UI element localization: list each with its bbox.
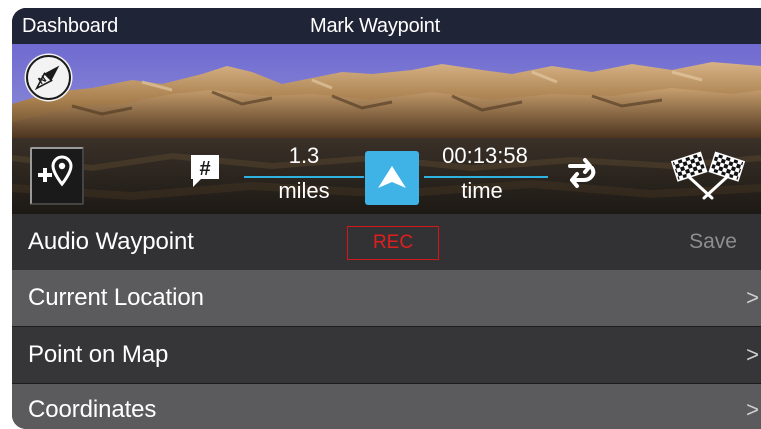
option-label: Coordinates <box>28 396 157 423</box>
option-current-location[interactable]: Current Location > <box>12 270 761 327</box>
top-bar: Dashboard Mark Waypoint <box>12 8 761 44</box>
page-title: Mark Waypoint <box>310 15 441 37</box>
audio-waypoint-label: Audio Waypoint <box>28 228 194 255</box>
finish-route-button[interactable] <box>666 148 750 202</box>
time-unit: time <box>461 178 503 203</box>
dashboard-button[interactable]: Dashboard <box>22 15 118 38</box>
navigate-button[interactable] <box>365 151 419 205</box>
distance-unit: miles <box>278 178 330 203</box>
chevron-right-icon: > <box>746 397 759 422</box>
navigate-arrow-icon <box>378 166 406 188</box>
compass-icon[interactable]: N <box>26 55 71 100</box>
option-label: Point on Map <box>28 341 169 368</box>
audio-waypoint-row: Audio Waypoint REC Save <box>12 214 761 270</box>
reverse-route-button[interactable] <box>564 154 600 192</box>
option-label: Current Location <box>28 284 204 311</box>
distance-value: 1.3 <box>288 143 320 168</box>
add-waypoint-icon <box>38 155 73 187</box>
option-point-on-map[interactable]: Point on Map > <box>12 327 761 384</box>
navigation-strip: # 1.3 miles 00:13:58 time <box>12 138 761 214</box>
save-button[interactable]: Save <box>689 230 737 254</box>
record-button[interactable]: REC <box>347 226 439 260</box>
chevron-right-icon: > <box>746 285 759 310</box>
chevron-right-icon: > <box>746 342 759 367</box>
time-value: 00:13:58 <box>442 143 528 168</box>
add-waypoint-button[interactable] <box>30 147 84 205</box>
hash-note-button[interactable]: # <box>188 152 222 190</box>
terrain-view[interactable]: N <box>12 44 761 138</box>
checkered-flags-icon <box>670 151 746 200</box>
app-screen: Dashboard Mark Waypoint N # 1.3 miles 00… <box>12 8 761 429</box>
svg-text:#: # <box>199 158 210 180</box>
reverse-route-icon <box>568 158 596 188</box>
hash-note-icon: # <box>191 155 219 187</box>
terrain-image <box>12 44 761 138</box>
option-coordinates[interactable]: Coordinates > <box>12 384 761 429</box>
